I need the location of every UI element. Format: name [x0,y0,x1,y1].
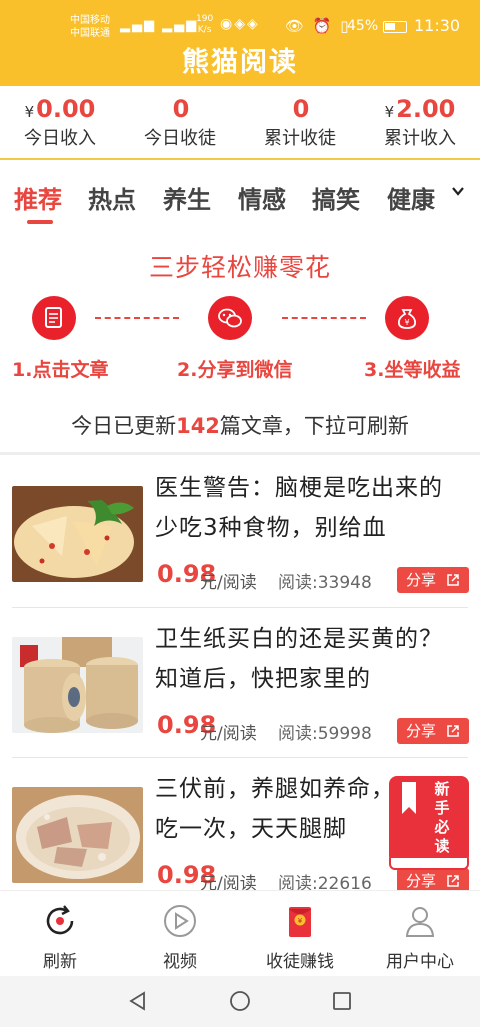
newbie-guide-label: 新手必读 [434,780,450,855]
share-icon [447,725,459,737]
red-envelope-icon: ¥ [289,907,311,937]
nav-label: 视频 [163,952,197,972]
app-header: 中国移动 中国联通 ▂▄▆ ▂▄▆ 190 K/s ◉◈◈ 👁 ⏰ ▯ 45% … [0,0,480,86]
status-bar: 中国移动 中国联通 ▂▄▆ ▂▄▆ 190 K/s ◉◈◈ 👁 ⏰ ▯ 45% … [0,10,480,44]
article-count: 142 [176,414,220,438]
article-item[interactable]: 卫生纸买白的还是买黄的？知道后，快把家里的 0.98 元/阅读 阅读:59998… [0,607,480,757]
clock: 11:30 [414,16,461,35]
earnings-stats: ¥0.00 今日收入 0 今日收徒 0 累计收徒 ¥2.00 累计收入 [0,86,480,160]
tab-emotion[interactable]: 情感 [238,180,286,215]
article-thumbnail [12,637,143,733]
stat-value: 0.00 [36,95,96,123]
nav-recruit[interactable]: ¥ 收徒赚钱 [240,891,360,977]
back-icon[interactable] [128,991,148,1011]
stat-label: 累计收入 [384,128,456,149]
money-bag-icon: ¥ [385,296,429,340]
price-unit: 元/阅读 [200,724,257,744]
price-unit: 元/阅读 [200,573,257,593]
home-icon[interactable] [229,990,251,1012]
category-tabs: 推荐 热点 养生 情感 搞笑 健康 [0,170,480,224]
article-title: 卫生纸买白的还是买黄的？知道后，快把家里的 [155,626,443,692]
nav-label: 收徒赚钱 [266,952,334,972]
tab-funny[interactable]: 搞笑 [312,180,360,215]
notification-icons: ◉◈◈ [220,16,260,32]
wechat-icon [208,296,252,340]
section-divider [0,452,480,455]
tab-hot[interactable]: 热点 [88,180,136,215]
nav-label: 刷新 [43,952,77,972]
stat-today-apprentices[interactable]: 0 今日收徒 [120,92,240,152]
user-icon [405,907,435,937]
read-count: 阅读:59998 [278,724,372,744]
stat-total-apprentices[interactable]: 0 累计收徒 [240,92,360,152]
article-thumbnail [12,787,143,883]
system-icons: 👁 ⏰ ▯ [285,17,351,35]
article-thumbnail [12,486,143,582]
play-icon [164,905,196,937]
tab-recommend[interactable]: 推荐 [14,180,62,215]
step-label-3: 3.坐等收益 [364,359,461,381]
step-label-2: 2.分享到微信 [177,359,293,381]
newbie-guide-button[interactable]: 新手必读 [389,776,469,870]
update-notice: 今日已更新142篇文章，下拉可刷新 [71,414,409,438]
stat-label: 累计收徒 [264,128,336,149]
step-connector [95,317,179,319]
nav-refresh[interactable]: 刷新 [0,891,120,977]
step-connector [282,317,366,319]
steps-title: 三步轻松赚零花 [148,253,331,282]
tab-health[interactable]: 健康 [387,180,435,215]
recents-icon[interactable] [332,991,352,1011]
bottom-nav: 刷新 视频 ¥ 收徒赚钱 用户中心 [0,890,480,976]
share-button[interactable]: 分享 [397,567,469,593]
battery-percent: 45% [347,18,379,34]
stat-value: 2.00 [396,95,456,123]
document-icon [32,296,76,340]
nav-label: 用户中心 [386,952,454,972]
system-nav-bar [0,976,480,1027]
book-pages-icon [389,858,469,870]
chevron-down-icon[interactable] [451,184,465,198]
network-speed: 190 K/s [196,14,214,35]
carrier-info: 中国移动 中国联通 [70,15,110,39]
refresh-icon [46,905,74,935]
read-count: 阅读:33948 [278,573,372,593]
stat-total-income[interactable]: ¥2.00 累计收入 [360,92,480,152]
bookmark-icon [402,782,416,814]
signal-icon: ▂▄▆ ▂▄▆ [120,18,199,33]
svg-text:¥: ¥ [298,917,303,925]
share-icon [447,875,459,887]
share-icon [447,574,459,586]
stat-label: 今日收入 [24,128,96,149]
app-title: 熊猫阅读 [182,47,298,78]
stat-value: 0 [292,95,310,123]
article-item[interactable]: 医生警告：脑梗是吃出来的 少吃3种食物，别给血 0.98 元/阅读 阅读:339… [0,456,480,606]
stat-value: 0 [172,95,190,123]
active-tab-indicator [27,220,53,224]
step-label-1: 1.点击文章 [12,359,109,381]
nav-user-center[interactable]: 用户中心 [360,891,480,977]
nav-video[interactable]: 视频 [120,891,240,977]
battery-icon [383,21,407,33]
svg-text:¥: ¥ [404,318,409,327]
stat-label: 今日收徒 [144,128,216,149]
tab-health-care[interactable]: 养生 [163,180,211,215]
stat-today-income[interactable]: ¥0.00 今日收入 [0,92,120,152]
article-title: 医生警告：脑梗是吃出来的 少吃3种食物，别给血 [155,475,443,541]
share-button[interactable]: 分享 [397,718,469,744]
